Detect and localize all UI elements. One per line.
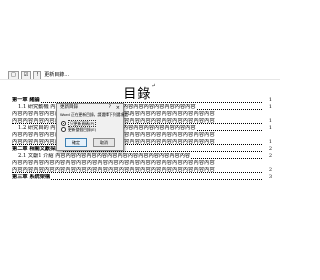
document-page: □ ☑ ! 更新目錄… 目錄↵ 第一章 緒論11.1 研究動機 內容內容內容內容… bbox=[0, 0, 280, 280]
toc-page-number: 1 bbox=[267, 97, 272, 104]
toc-page-number: 1 bbox=[267, 118, 272, 125]
toc-section-row[interactable]: 1.1 研究動機 內容內容內容內容內容內容內容內容內容內容內容內容內容內容1 bbox=[12, 104, 272, 111]
update-toc-dialog: 更新目錄 ? × Word 正在更新目錄，請選擇下列選項之一： 只更新頁碼(P)… bbox=[56, 103, 136, 151]
radio-unselected-icon[interactable] bbox=[61, 127, 66, 132]
toc-page-number: 2 bbox=[267, 167, 272, 174]
dialog-message: Word 正在更新目錄，請選擇下列選項之一： bbox=[60, 112, 136, 117]
toc-page-number: 1 bbox=[267, 139, 272, 146]
toc-page-number: 1 bbox=[267, 104, 272, 111]
option-label: 更新整個目錄(E) bbox=[68, 127, 97, 132]
toc-text-row[interactable]: 內容內容內容內容內容內容內容內容內容內容內容內容內容內容內容內容內容內容內容 bbox=[12, 111, 272, 118]
option-update-entire-table[interactable]: 更新整個目錄(E) bbox=[61, 127, 96, 132]
option-update-page-numbers[interactable]: 只更新頁碼(P) bbox=[61, 120, 97, 127]
close-icon[interactable]: × bbox=[116, 105, 120, 111]
option-label: 只更新頁碼(P) bbox=[68, 120, 97, 127]
dot-leader bbox=[12, 102, 262, 103]
help-icon[interactable]: ? bbox=[109, 105, 111, 111]
toc-text-row[interactable]: 內容內容內容內容內容內容內容內容內容內容內容內容內容內容內容內容內容內容內容 bbox=[12, 160, 272, 167]
update-toc-button[interactable]: 更新目錄… bbox=[43, 72, 70, 79]
toc-entry-text: 2.1 文獻1 介紹 內容內容內容內容內容內容內容內容內容內容內容內容內容 bbox=[12, 153, 192, 160]
toc-entries: 第一章 緒論11.1 研究動機 內容內容內容內容內容內容內容內容內容內容內容內容… bbox=[12, 97, 272, 181]
toc-page-number: 1 bbox=[267, 125, 272, 132]
toc-entry-text: 第三章 系統架構 bbox=[12, 174, 52, 181]
toc-section-row[interactable]: 2.1 文獻1 介紹 內容內容內容內容內容內容內容內容內容內容內容內容內容 2 bbox=[12, 153, 272, 160]
toc-entry-text: 內容內容內容內容內容內容內容內容內容內容內容內容內容內容內容內容內容內容內容 bbox=[12, 167, 215, 173]
toc-entry-text: 內容內容內容內容內容內容內容內容內容內容內容內容內容內容內容內容內容內容內容 bbox=[12, 160, 215, 166]
toc-text-row[interactable]: 內容內容內容內容內容內容內容內容內容內容內容內容內容內容內容內容內容內容內容 2 bbox=[12, 167, 272, 174]
cancel-button[interactable]: 取消 bbox=[93, 138, 115, 147]
header-separator bbox=[0, 79, 280, 80]
toc-text-row[interactable]: 內容內容內容內容內容內容內容內容內容內容內容內容內容內容內容內容內容內容內容1 bbox=[12, 139, 272, 146]
toc-page-number: 2 bbox=[267, 153, 272, 160]
toc-chapter-row[interactable]: 第一章 緒論 1 bbox=[12, 97, 272, 104]
toc-text-row[interactable]: 內容內容內容內容內容內容內容內容內容內容內容內容內容內容內容內容內容內容內容1 bbox=[12, 118, 272, 125]
radio-selected-icon[interactable] bbox=[61, 121, 66, 126]
toc-text-row[interactable]: 內容內容內容內容內容內容內容內容內容內容內容內容內容內容內容內容內容內容內容 bbox=[12, 132, 272, 139]
paragraph-mark-icon: ↵ bbox=[151, 83, 157, 89]
toc-page-number: 2 bbox=[267, 146, 272, 153]
toc-section-row[interactable]: 1.2 研究目的 內容內容內容內容內容內容內容內容內容內容內容內容內容內容1 bbox=[12, 125, 272, 132]
toc-entry-text: 第二章 相關文獻探討 bbox=[12, 146, 62, 153]
toc-entry-text: 第一章 緒論 bbox=[12, 97, 41, 104]
toc-page-number: 3 bbox=[267, 174, 272, 181]
ok-button[interactable]: 確定 bbox=[65, 138, 87, 147]
toc-chapter-row[interactable]: 第三章 系統架構 3 bbox=[12, 174, 272, 181]
dialog-title: 更新目錄 bbox=[60, 105, 78, 110]
toc-chapter-row[interactable]: 第二章 相關文獻探討 2 bbox=[12, 146, 272, 153]
